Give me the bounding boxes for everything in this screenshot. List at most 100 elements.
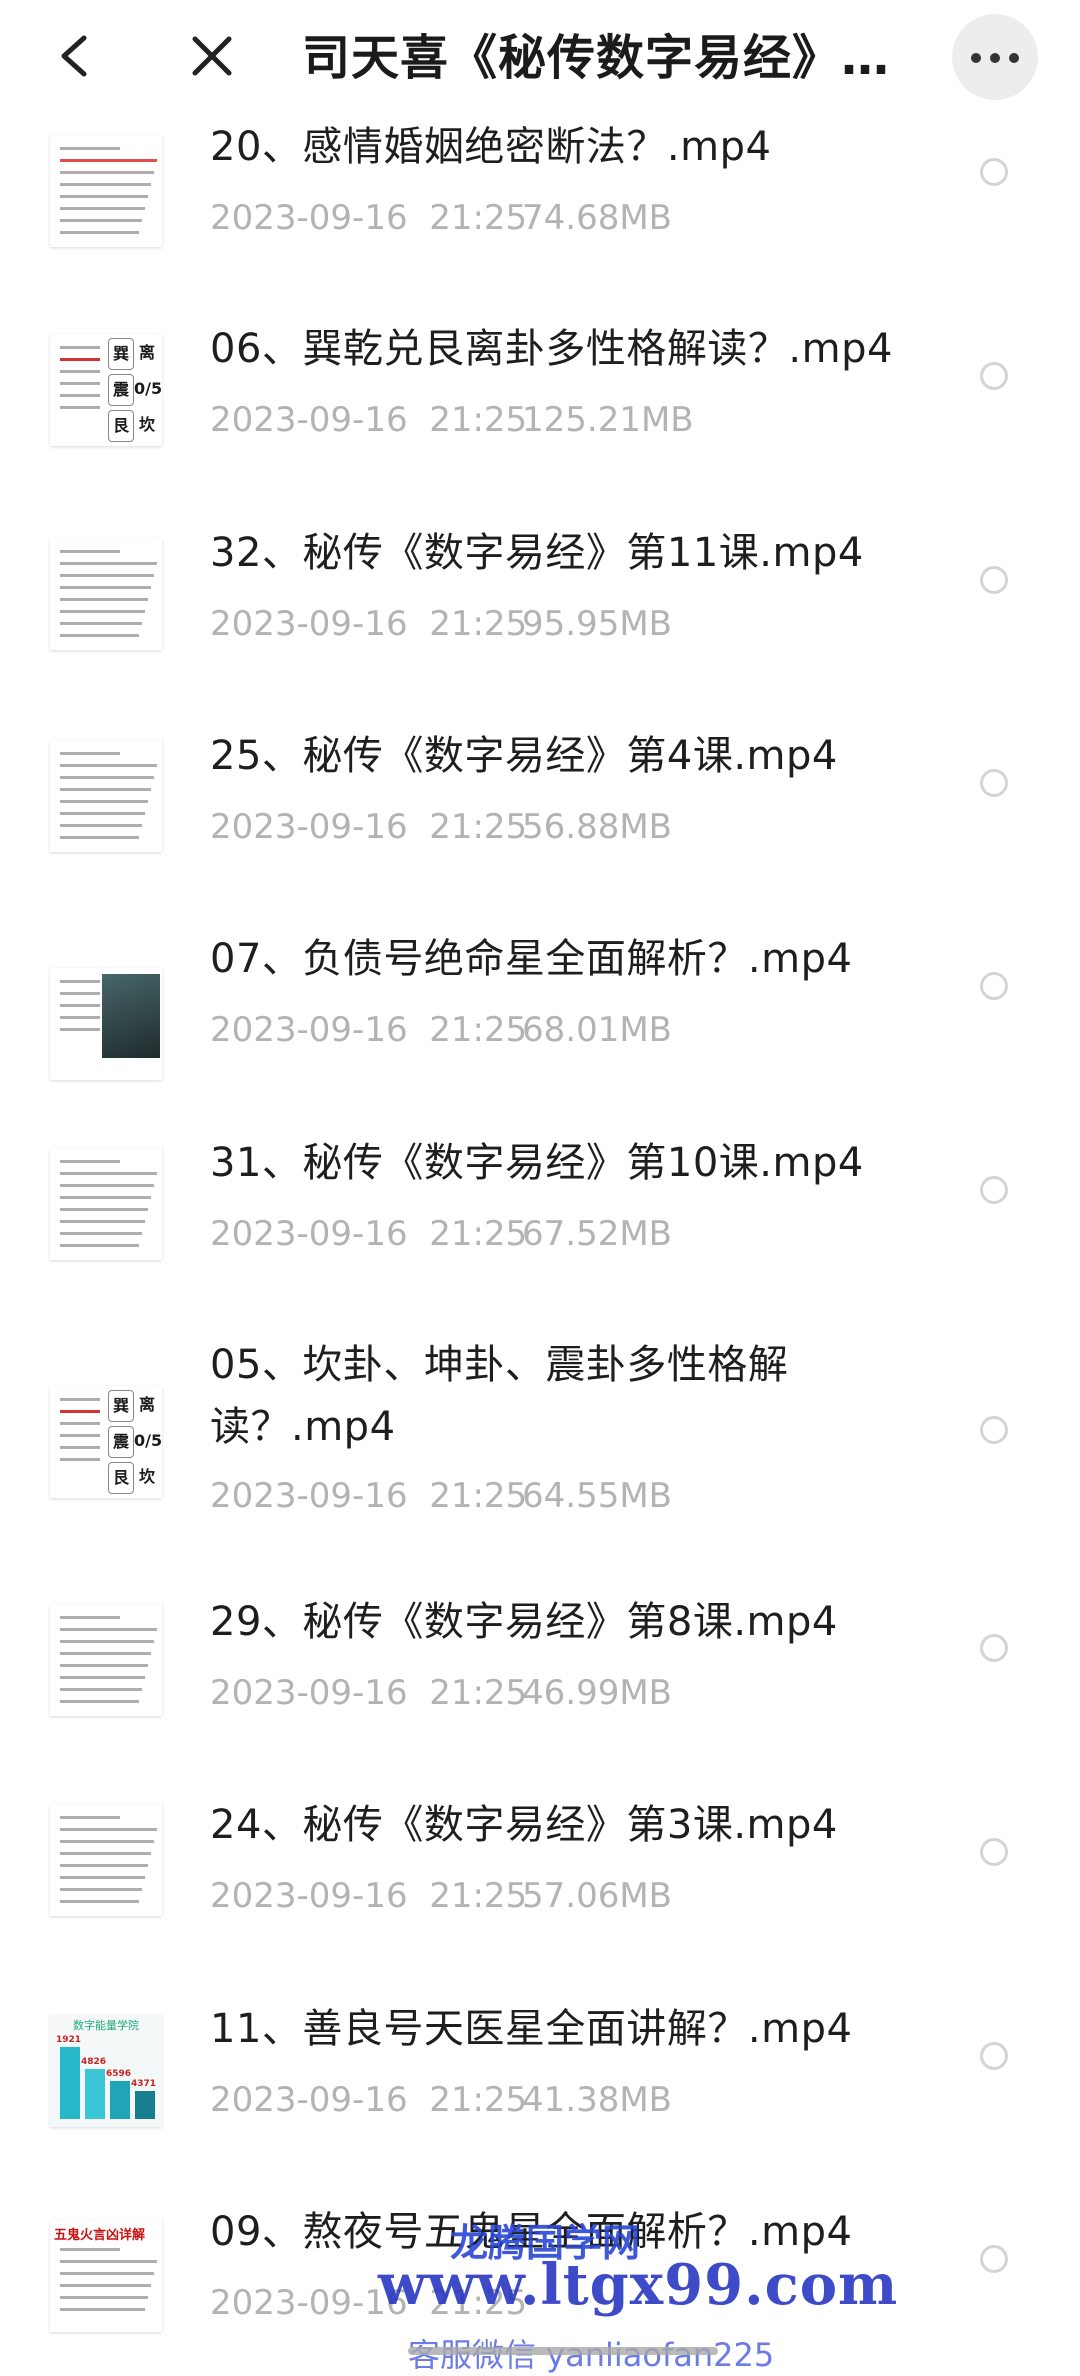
file-thumbnail: 巽离震 0/5 艮坎 xyxy=(50,1386,162,1498)
thumb-text-line xyxy=(60,1676,145,1679)
thumb-text-line xyxy=(60,1446,100,1449)
select-radio[interactable] xyxy=(980,972,1008,1000)
more-dots-icon xyxy=(1009,53,1019,63)
back-button[interactable] xyxy=(44,24,104,88)
thumb-text-line xyxy=(60,1828,157,1831)
thumb-text-line xyxy=(60,370,100,373)
thumb-text-line xyxy=(60,562,157,565)
thumb-trigram-char: 巽 xyxy=(108,1390,134,1422)
file-date: 2023-09-16 21:25 xyxy=(210,1214,528,1254)
thumb-text-line xyxy=(60,610,145,613)
thumb-chart-value: 4826 xyxy=(81,2057,107,2067)
select-radio[interactable] xyxy=(980,2245,1008,2273)
thumb-trigram-char: 震 xyxy=(108,374,134,406)
file-name: 31、秘传《数字易经》第10课.mp4 xyxy=(210,1140,864,1186)
thumb-text-line xyxy=(60,1652,151,1655)
file-date: 2023-09-16 21:25 xyxy=(210,1876,528,1916)
select-radio[interactable] xyxy=(980,362,1008,390)
file-date: 2023-09-16 21:25 xyxy=(210,2080,528,2120)
file-size: 46.99MB xyxy=(522,1673,672,1713)
thumb-text-line xyxy=(60,800,148,803)
thumb-text-line xyxy=(60,1028,100,1031)
select-radio[interactable] xyxy=(980,1634,1008,1662)
select-radio[interactable] xyxy=(980,1176,1008,1204)
thumb-text-line xyxy=(60,195,148,198)
select-radio[interactable] xyxy=(980,2042,1008,2070)
thumb-trigram-char: 离 xyxy=(138,1395,155,1414)
thumb-trigram-char: 艮 xyxy=(108,410,134,442)
thumb-text-line xyxy=(60,2260,157,2263)
thumb-text-line xyxy=(60,1422,100,1425)
file-date: 2023-09-16 21:25 xyxy=(210,604,528,644)
select-radio[interactable] xyxy=(980,1416,1008,1444)
thumb-text-line xyxy=(60,1004,100,1007)
file-thumbnail: 巽离震 0/5 艮坎 xyxy=(50,334,162,446)
thumb-text-line xyxy=(60,764,157,767)
thumb-trigram-char: 离 xyxy=(138,343,155,362)
thumb-chart-bar xyxy=(135,2091,155,2119)
file-size: 95.95MB xyxy=(522,604,672,644)
thumb-text-line xyxy=(60,346,100,349)
thumb-text-line xyxy=(60,1876,145,1879)
scrollbar[interactable] xyxy=(408,2347,718,2355)
thumb-chart-bar xyxy=(85,2069,105,2119)
thumb-text-line xyxy=(60,1410,100,1413)
file-list: 20、感情婚姻绝密断法？.mp4 2023-09-16 21:25 74.68MB 巽… xyxy=(0,0,1080,2375)
thumb-text-line xyxy=(60,1160,120,1163)
file-name: 20、感情婚姻绝密断法？.mp4 xyxy=(210,124,772,170)
file-size: 57.06MB xyxy=(522,1876,672,1916)
thumb-text-line xyxy=(60,752,120,755)
file-name: 05、坎卦、坤卦、震卦多性格解读？.mp4 xyxy=(210,1342,789,1450)
select-radio[interactable] xyxy=(980,769,1008,797)
file-thumbnail xyxy=(50,1804,162,1916)
file-size: 56.88MB xyxy=(522,807,672,847)
thumb-chart-value: 6596 xyxy=(106,2069,132,2079)
thumb-chart-value: 1921 xyxy=(56,2035,82,2045)
thumb-text-line xyxy=(60,812,145,815)
file-date: 2023-09-16 21:25 xyxy=(210,1010,528,1050)
thumb-text-line xyxy=(60,1688,142,1691)
thumb-text-line xyxy=(60,1184,154,1187)
file-name: 11、善良号天医星全面讲解？.mp4 xyxy=(210,2006,853,2052)
file-thumbnail xyxy=(50,1604,162,1716)
select-radio[interactable] xyxy=(980,1838,1008,1866)
file-date: 2023-09-16 21:25 xyxy=(210,807,528,847)
file-name: 07、负债号绝命星全面解析？.mp4 xyxy=(210,936,853,982)
thumb-text-line xyxy=(60,1700,139,1703)
thumb-chart-bar xyxy=(110,2081,130,2119)
more-button[interactable] xyxy=(952,14,1038,100)
thumb-text-line xyxy=(60,788,151,791)
thumb-text-line xyxy=(60,1220,145,1223)
page-title: 司天喜《秘传数字易经》3… xyxy=(302,30,912,86)
file-thumbnail: 数字能量学院 1921 4826 6596 4371 xyxy=(50,2015,162,2127)
file-date: 2023-09-16 21:25 xyxy=(210,1673,528,1713)
thumb-text-line xyxy=(60,1016,100,1019)
file-size: 74.68MB xyxy=(522,198,672,238)
thumb-chart-value: 4371 xyxy=(131,2079,157,2089)
file-thumbnail xyxy=(50,740,162,852)
file-name: 06、巽乾兑艮离卦多性格解读？.mp4 xyxy=(210,326,893,372)
thumb-text-line xyxy=(60,1172,157,1175)
file-size: 41.38MB xyxy=(522,2080,672,2120)
thumb-chart-title: 数字能量学院 xyxy=(73,2019,139,2032)
thumb-text-line xyxy=(60,382,100,385)
thumb-trigram-char: 震 xyxy=(108,1426,134,1458)
file-date: 2023-09-16 21:25 xyxy=(210,198,528,238)
thumb-text-line xyxy=(60,207,145,210)
top-bar: 司天喜《秘传数字易经》3… xyxy=(0,0,1080,116)
thumb-text-line xyxy=(60,1232,142,1235)
select-radio[interactable] xyxy=(980,566,1008,594)
close-button[interactable] xyxy=(180,24,244,88)
thumb-text-line xyxy=(60,550,120,553)
thumb-text-line xyxy=(60,1616,120,1619)
file-date: 2023-09-16 21:25 xyxy=(210,1476,528,1516)
thumb-text-line xyxy=(60,1208,148,1211)
file-name: 24、秘传《数字易经》第3课.mp4 xyxy=(210,1802,838,1848)
more-dots-icon xyxy=(990,53,1000,63)
select-radio[interactable] xyxy=(980,158,1008,186)
thumb-trigram-char: 0/5 xyxy=(134,379,162,398)
file-date: 2023-09-16 21:25 xyxy=(210,400,528,440)
thumb-text-line xyxy=(60,2296,148,2299)
thumb-trigram-char: 坎 xyxy=(138,415,155,434)
file-size: 68.01MB xyxy=(522,1010,672,1050)
